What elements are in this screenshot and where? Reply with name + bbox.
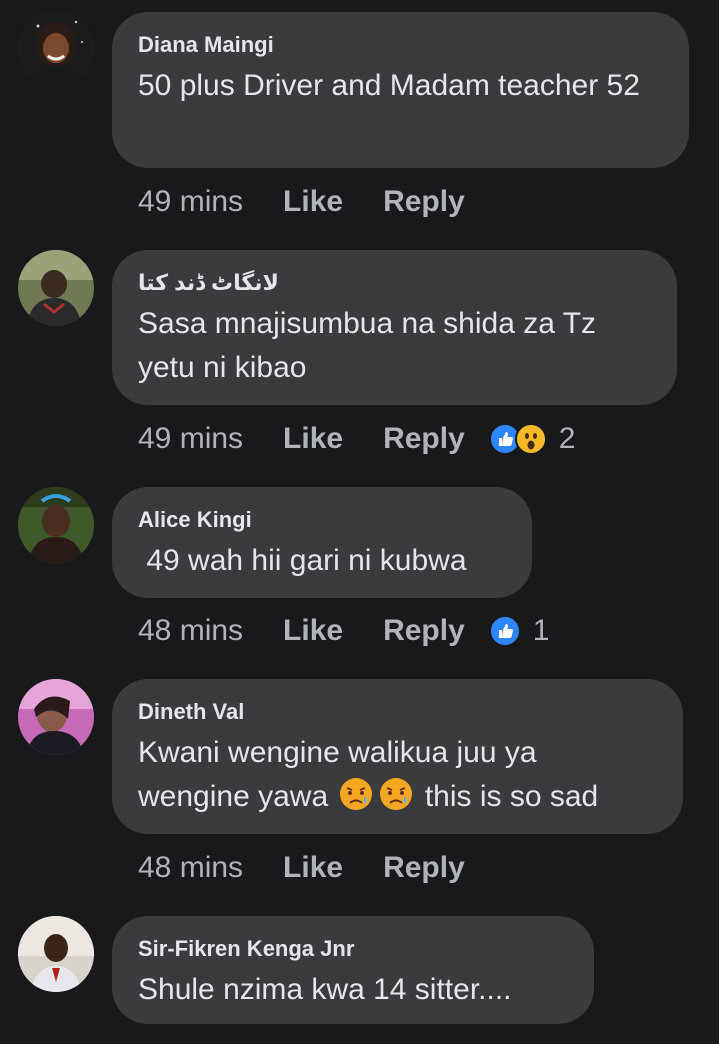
comment-text: 50 plus Driver and Madam teacher 52 <box>138 69 640 102</box>
comment-author[interactable]: Diana Maingi <box>138 32 663 58</box>
comment-text: 49 wah hii gari ni kubwa <box>138 544 467 577</box>
comment-bubble: Dineth Val Kwani wengine walikua juu ya … <box>112 679 683 834</box>
comment-author[interactable]: لانگاٹ ڈند کتا <box>138 270 651 296</box>
like-button[interactable]: Like <box>283 851 343 885</box>
like-button[interactable]: Like <box>283 185 343 219</box>
sad-tear-face-icon <box>338 776 374 812</box>
avatar[interactable] <box>18 250 94 326</box>
like-icon <box>488 615 521 647</box>
like-button[interactable]: Like <box>283 422 343 456</box>
comment-bubble: لانگاٹ ڈند کتا Sasa mnajisumbua na shida… <box>112 250 677 405</box>
reaction-count: 2 <box>558 422 576 455</box>
comment-actions: 49 mins Like Reply <box>138 182 489 222</box>
comment-bubble: Alice Kingi 49 wah hii gari ni kubwa <box>112 487 532 598</box>
reaction-summary[interactable]: 1 <box>488 614 550 648</box>
wow-icon <box>514 423 547 455</box>
like-button[interactable]: Like <box>283 614 343 648</box>
avatar[interactable] <box>18 916 94 992</box>
comment-actions: 48 mins Like Reply 1 <box>138 611 549 651</box>
avatar[interactable] <box>18 487 94 563</box>
comment-actions: 48 mins Like Reply <box>138 848 489 888</box>
reply-button[interactable]: Reply <box>383 422 465 456</box>
comment-author[interactable]: Alice Kingi <box>138 507 506 533</box>
comment-author[interactable]: Sir-Fikren Kenga Jnr <box>138 936 568 962</box>
reply-button[interactable]: Reply <box>383 851 465 885</box>
reply-button[interactable]: Reply <box>383 185 465 219</box>
avatar[interactable] <box>18 679 94 755</box>
reaction-count: 1 <box>532 614 550 647</box>
reply-button[interactable]: Reply <box>383 614 465 648</box>
reaction-summary[interactable]: 2 <box>488 422 576 456</box>
comment-text: Shule nzima kwa 14 sitter.... <box>138 973 512 1006</box>
avatar[interactable] <box>18 12 94 88</box>
comment-text-line: Kwani wengine walikua juu ya <box>138 736 537 769</box>
comment-text: Sasa mnajisumbua na shida za Tz yetu ni … <box>138 307 597 384</box>
comment-text-line: wengine yawa <box>138 780 329 813</box>
comment-text-line: this is so sad <box>424 780 599 813</box>
sad-tear-face-icon <box>378 776 414 812</box>
comment-bubble: Sir-Fikren Kenga Jnr Shule nzima kwa 14 … <box>112 916 594 1024</box>
comment-text: Kwani wengine walikua juu ya wengine yaw… <box>138 731 657 819</box>
comment-actions: 49 mins Like Reply 2 <box>138 419 575 459</box>
comment-timestamp[interactable]: 48 mins <box>138 614 243 648</box>
comment-author[interactable]: Dineth Val <box>138 699 657 725</box>
comment-timestamp[interactable]: 49 mins <box>138 185 243 219</box>
comment-bubble: Diana Maingi 50 plus Driver and Madam te… <box>112 12 689 168</box>
comment-timestamp[interactable]: 48 mins <box>138 851 243 885</box>
comment-timestamp[interactable]: 49 mins <box>138 422 243 456</box>
